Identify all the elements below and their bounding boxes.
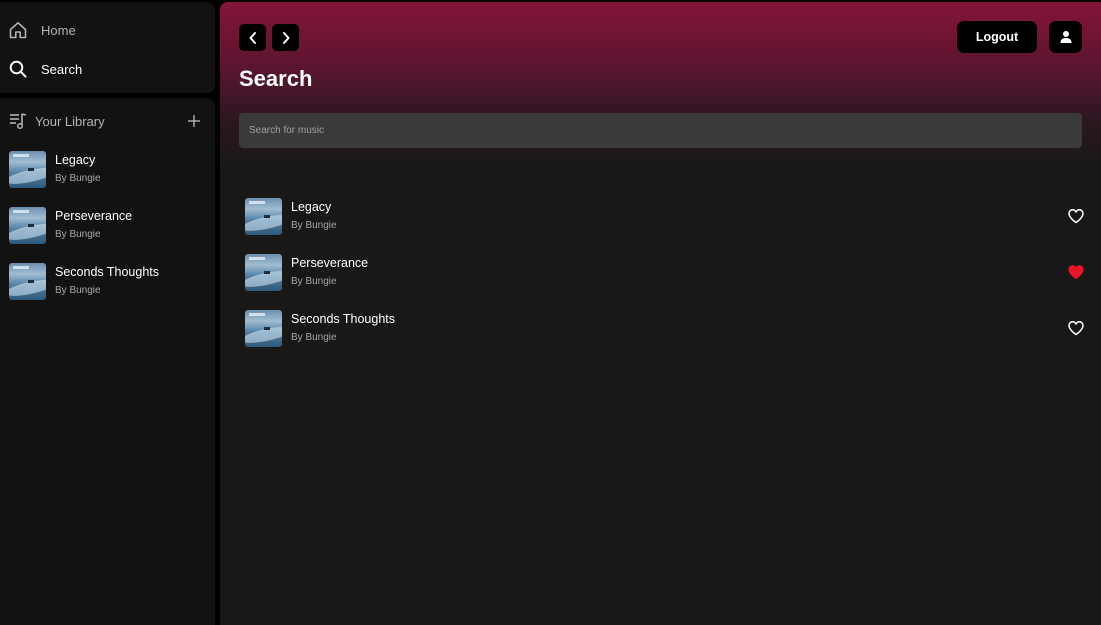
back-button[interactable] xyxy=(239,24,266,51)
library-item[interactable]: Seconds Thoughts By Bungie xyxy=(9,262,209,300)
search-icon xyxy=(8,59,28,79)
album-cover xyxy=(245,309,282,347)
result-title: Seconds Thoughts xyxy=(291,312,396,326)
nav-panel: Home Search xyxy=(0,2,215,93)
result-row[interactable]: Legacy By Bungie xyxy=(245,196,1085,236)
result-artist: By Bungie xyxy=(291,276,337,287)
user-icon xyxy=(1059,30,1073,44)
forward-button[interactable] xyxy=(272,24,299,51)
library-header[interactable]: Your Library xyxy=(9,110,204,132)
album-cover xyxy=(9,150,46,188)
library-item-title: Legacy xyxy=(55,153,96,167)
logout-button[interactable]: Logout xyxy=(957,21,1037,53)
heart-icon[interactable] xyxy=(1067,263,1085,281)
library-item[interactable]: Perseverance By Bungie xyxy=(9,206,209,244)
result-title: Legacy xyxy=(291,200,332,214)
library-item-title: Perseverance xyxy=(55,209,133,223)
result-artist: By Bungie xyxy=(291,332,337,343)
sidebar: Home Search Your Library Legacy By Bungi… xyxy=(0,0,215,625)
library-title: Your Library xyxy=(35,113,105,129)
heart-icon[interactable] xyxy=(1067,319,1085,337)
user-button[interactable] xyxy=(1049,21,1082,53)
result-row[interactable]: Perseverance By Bungie xyxy=(245,252,1085,292)
result-title: Perseverance xyxy=(291,256,369,270)
page-title: Search xyxy=(239,66,313,91)
search-input[interactable] xyxy=(239,113,1082,148)
main-content: Logout Search Legacy By Bungie Persevera… xyxy=(220,2,1101,625)
nav-search[interactable]: Search xyxy=(8,57,198,81)
chevron-right-icon xyxy=(280,31,292,45)
library-item-title: Seconds Thoughts xyxy=(55,265,160,279)
album-cover xyxy=(245,253,282,291)
nav-home[interactable]: Home xyxy=(8,18,198,42)
home-icon xyxy=(8,20,28,40)
album-cover xyxy=(9,262,46,300)
library-panel: Your Library Legacy By Bungie Perseveran… xyxy=(0,98,215,625)
heart-icon[interactable] xyxy=(1067,207,1085,225)
result-artist: By Bungie xyxy=(291,220,337,231)
library-item-artist: By Bungie xyxy=(55,173,101,184)
library-icon xyxy=(9,112,27,130)
album-cover xyxy=(245,197,282,235)
library-item[interactable]: Legacy By Bungie xyxy=(9,150,209,188)
nav-search-label: Search xyxy=(41,61,83,77)
library-item-artist: By Bungie xyxy=(55,229,101,240)
chevron-left-icon xyxy=(247,31,259,45)
library-item-artist: By Bungie xyxy=(55,285,101,296)
album-cover xyxy=(9,206,46,244)
plus-icon[interactable] xyxy=(184,111,204,131)
nav-home-label: Home xyxy=(41,22,76,38)
result-row[interactable]: Seconds Thoughts By Bungie xyxy=(245,308,1085,348)
